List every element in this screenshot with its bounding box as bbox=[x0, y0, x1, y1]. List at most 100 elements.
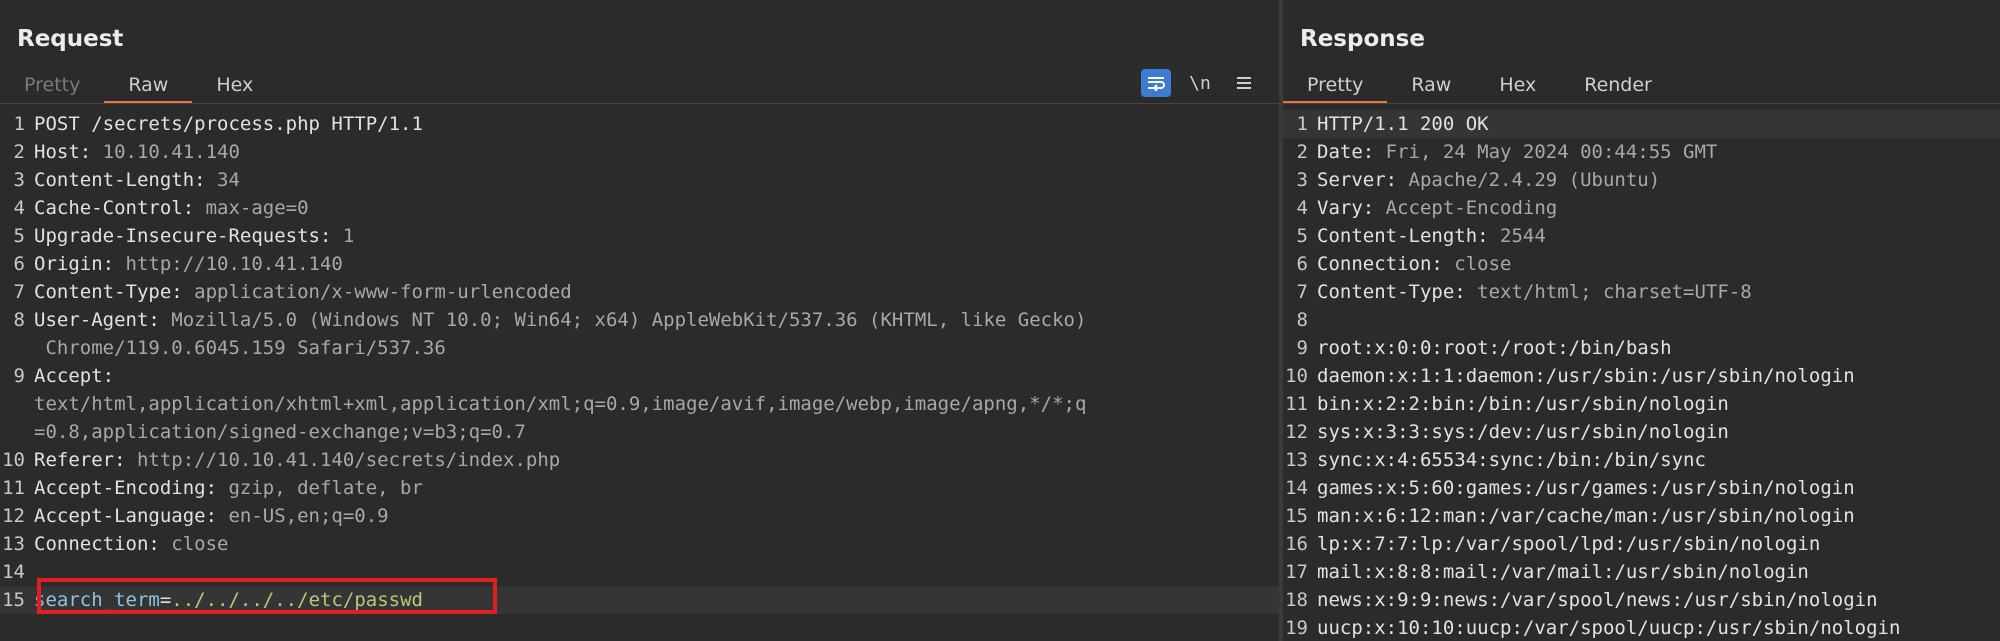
response-title: Response bbox=[1300, 26, 1425, 52]
tabs-divider bbox=[0, 103, 1279, 104]
code-line: 9 Accept: bbox=[0, 362, 1279, 390]
line-content: Content-Type: text/html; charset=UTF-8 bbox=[1317, 278, 2000, 306]
response-editor[interactable]: 1 HTTP/1.1 200 OK 2 Date: Fri, 24 May 2024 … bbox=[1283, 110, 2000, 641]
tab-pretty[interactable]: Pretty bbox=[0, 70, 104, 104]
code-line: 7 Content-Type: text/html; charset=UTF-8 bbox=[1283, 278, 2000, 306]
line-number: 8 bbox=[1296, 309, 1308, 331]
line-number: 8 bbox=[13, 309, 25, 331]
line-number: 9 bbox=[1296, 337, 1308, 359]
line-number: 6 bbox=[1296, 253, 1308, 275]
line-content: Accept-Encoding: gzip, deflate, br bbox=[34, 474, 1279, 502]
code-line: 14 bbox=[0, 558, 1279, 586]
line-number: 14 bbox=[2, 561, 25, 583]
line-number: 14 bbox=[1285, 477, 1308, 499]
request-title: Request bbox=[17, 26, 124, 52]
line-value: http://10.10.41.140/secrets/index.php bbox=[136, 449, 561, 471]
code-line: 17 mail:x:8:8:mail:/var/mail:/usr/sbin/no… bbox=[1283, 558, 2000, 586]
line-number: 3 bbox=[13, 169, 25, 191]
code-line: 18 news:x:9:9:news:/var/spool/news:/usr/s… bbox=[1283, 586, 2000, 614]
code-line: 19 uucp:x:10:10:uucp:/var/spool/uucp:/usr… bbox=[1283, 614, 2000, 641]
line-content: root:x:0:0:root:/root:/bin/bash bbox=[1317, 334, 2000, 362]
line-number: 3 bbox=[1296, 169, 1308, 191]
request-toolbar: \n bbox=[1141, 68, 1259, 98]
tab-hex[interactable]: Hex bbox=[192, 70, 277, 104]
line-content bbox=[34, 558, 1279, 586]
code-line: 2 Host: 10.10.41.140 bbox=[0, 138, 1279, 166]
line-number: 9 bbox=[13, 365, 25, 387]
line-key: Content-Type: bbox=[1317, 281, 1478, 303]
line-content: Date: Fri, 24 May 2024 00:44:55 GMT bbox=[1317, 138, 2000, 166]
line-content: Upgrade-Insecure-Requests: 1 bbox=[34, 222, 1279, 250]
line-content: Accept-Language: en-US,en;q=0.9 bbox=[34, 502, 1279, 530]
line-key: Host: bbox=[34, 141, 103, 163]
line-key: lp:x:7:7:lp:/var/spool/lpd:/usr/sbin/nol… bbox=[1317, 533, 1821, 555]
line-value: 34 bbox=[217, 169, 240, 191]
line-content: Origin: http://10.10.41.140 bbox=[34, 250, 1279, 278]
line-content: User-Agent: Mozilla/5.0 (Windows NT 10.0… bbox=[34, 306, 1279, 334]
code-line: 14 games:x:5:60:games:/usr/games:/usr/sbi… bbox=[1283, 474, 2000, 502]
code-line: 1 HTTP/1.1 200 OK bbox=[1283, 110, 2000, 138]
tab-hex[interactable]: Hex bbox=[1475, 70, 1560, 104]
line-value: 10.10.41.140 bbox=[102, 141, 240, 163]
line-number: 7 bbox=[13, 281, 25, 303]
line-number: 12 bbox=[1285, 421, 1308, 443]
tab-render[interactable]: Render bbox=[1560, 70, 1676, 104]
line-key: mail:x:8:8:mail:/var/mail:/usr/sbin/nolo… bbox=[1317, 561, 1809, 583]
line-number: 7 bbox=[1296, 281, 1308, 303]
line-number: 17 bbox=[1285, 561, 1308, 583]
line-value: http://10.10.41.140 bbox=[125, 253, 343, 275]
line-key: Date: bbox=[1317, 141, 1386, 163]
line-content: Content-Length: 2544 bbox=[1317, 222, 2000, 250]
line-number: 6 bbox=[13, 253, 25, 275]
line-number: 13 bbox=[1285, 449, 1308, 471]
code-line: 7 Content-Type: application/x-www-form-ur… bbox=[0, 278, 1279, 306]
code-line: 13 sync:x:4:65534:sync:/bin:/bin/sync bbox=[1283, 446, 2000, 474]
line-key: HTTP/1.1 200 OK bbox=[1317, 113, 1489, 135]
line-value: Fri, 24 May 2024 00:44:55 GMT bbox=[1385, 141, 1718, 163]
line-key: daemon:x:1:1:daemon:/usr/sbin:/usr/sbin/… bbox=[1317, 365, 1855, 387]
line-content: bin:x:2:2:bin:/bin:/usr/sbin/nologin bbox=[1317, 390, 2000, 418]
request-tabs: Pretty Raw Hex bbox=[0, 70, 277, 104]
line-content: Vary: Accept-Encoding bbox=[1317, 194, 2000, 222]
line-key: uucp:x:10:10:uucp:/var/spool/uucp:/usr/s… bbox=[1317, 617, 1901, 639]
line-content: uucp:x:10:10:uucp:/var/spool/uucp:/usr/s… bbox=[1317, 614, 2000, 641]
menu-button[interactable] bbox=[1229, 69, 1259, 97]
code-line: 5 Upgrade-Insecure-Requests: 1 bbox=[0, 222, 1279, 250]
show-newlines-button[interactable]: \n bbox=[1185, 69, 1215, 97]
line-value: Accept-Encoding bbox=[1385, 197, 1558, 219]
code-line: 4 Cache-Control: max-age=0 bbox=[0, 194, 1279, 222]
line-content: man:x:6:12:man:/var/cache/man:/usr/sbin/… bbox=[1317, 502, 2000, 530]
code-line: 6 Connection: close bbox=[1283, 250, 2000, 278]
tab-raw[interactable]: Raw bbox=[104, 70, 193, 104]
line-number: 1 bbox=[1296, 113, 1308, 135]
line-key: Content-Type: bbox=[34, 281, 195, 303]
line-number: 15 bbox=[1285, 505, 1308, 527]
line-key: Referer: bbox=[34, 449, 137, 471]
tab-raw[interactable]: Raw bbox=[1387, 70, 1475, 104]
wrap-lines-icon bbox=[1148, 77, 1165, 91]
line-key: User-Agent: bbox=[34, 309, 172, 331]
line-content: Connection: close bbox=[1317, 250, 2000, 278]
line-number: 1 bbox=[13, 113, 25, 135]
equals-sign: = bbox=[159, 589, 172, 611]
line-key: Server: bbox=[1317, 169, 1409, 191]
line-content: Chrome/119.0.6045.159 Safari/537.36 bbox=[34, 334, 1279, 362]
response-pane: Response Pretty Raw Hex Render 1 HTTP/1.1 20… bbox=[1283, 0, 2000, 641]
line-value: Apache/2.4.29 (Ubuntu) bbox=[1408, 169, 1661, 191]
tab-pretty[interactable]: Pretty bbox=[1283, 70, 1388, 104]
line-key: Upgrade-Insecure-Requests: bbox=[34, 225, 343, 247]
code-line: 10 Referer: http://10.10.41.140/secrets/i… bbox=[0, 446, 1279, 474]
line-key: POST /secrets/process.php HTTP/1.1 bbox=[34, 113, 423, 135]
request-pane: Request Pretty Raw Hex \n 1 POST /secrets/p… bbox=[0, 0, 1279, 641]
line-content: Host: 10.10.41.140 bbox=[34, 138, 1279, 166]
request-editor[interactable]: 1 POST /secrets/process.php HTTP/1.1 2 Host… bbox=[0, 110, 1279, 641]
code-line: 11 bin:x:2:2:bin:/bin:/usr/sbin/nologin bbox=[1283, 390, 2000, 418]
wrap-lines-button[interactable] bbox=[1141, 69, 1171, 97]
line-content: Connection: close bbox=[34, 530, 1279, 558]
line-value: max-age=0 bbox=[205, 197, 309, 219]
line-content: POST /secrets/process.php HTTP/1.1 bbox=[34, 110, 1279, 138]
code-line: text/html,application/xhtml+xml,applicat… bbox=[0, 390, 1279, 418]
line-content: HTTP/1.1 200 OK bbox=[1317, 110, 2000, 138]
line-content: Content-Length: 34 bbox=[34, 166, 1279, 194]
line-number: 11 bbox=[2, 477, 25, 499]
